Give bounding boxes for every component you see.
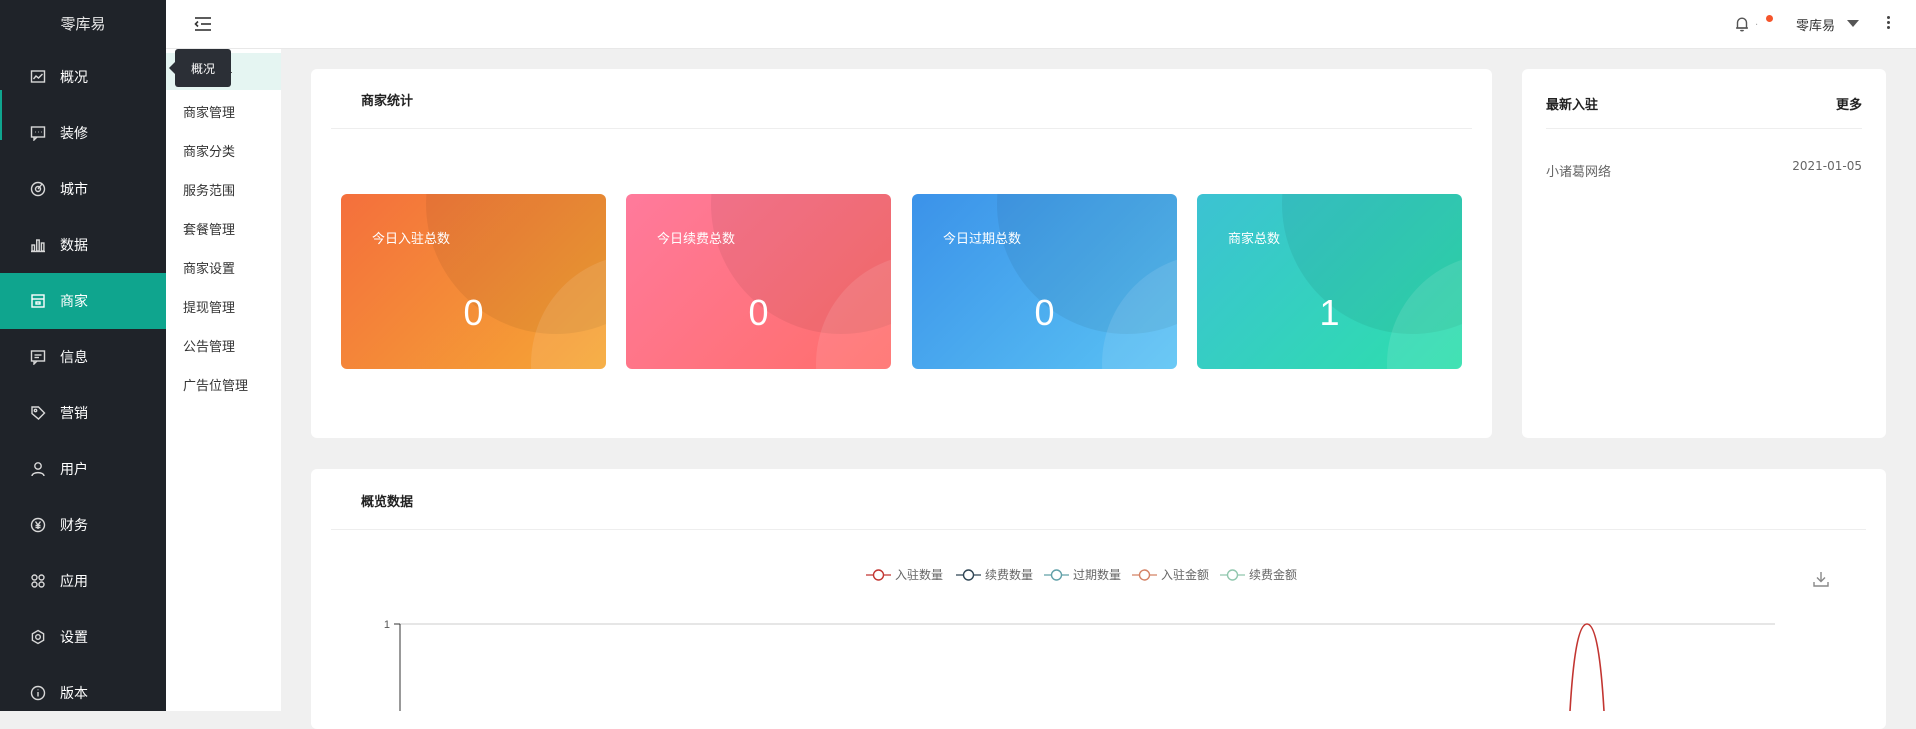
legend-item[interactable]: 续费数量 — [956, 566, 1033, 583]
sidebar-item-label: 数据 — [60, 238, 88, 254]
legend-marker — [1044, 568, 1069, 581]
series-line-join-count — [1569, 623, 1605, 711]
more-vertical-icon[interactable] — [1886, 14, 1892, 32]
yen-icon — [30, 517, 46, 533]
submenu-item-service-area[interactable]: 服务范围 — [183, 180, 235, 199]
brand-logo: 零库易 — [60, 15, 106, 33]
stat-value: 0 — [1034, 292, 1055, 333]
card-title: 概览数据 — [361, 495, 414, 510]
legend-label: 过期数量 — [1073, 568, 1122, 582]
sidebar-item-label: 城市 — [60, 182, 88, 198]
top-header: · 零库易 — [166, 0, 1916, 49]
sidebar-item-label: 商家 — [60, 294, 88, 310]
sidebar-item-label: 营销 — [60, 406, 88, 422]
tag-icon — [30, 405, 46, 421]
sidebar-item-label: 财务 — [60, 518, 88, 534]
legend-label: 续费金额 — [1249, 568, 1298, 582]
stat-label: 今日过期总数 — [943, 232, 1022, 247]
bell-icon[interactable] — [1734, 16, 1750, 32]
sidebar-item-decoration[interactable]: 装修 — [0, 105, 166, 161]
sidebar-item-data[interactable]: 数据 — [0, 217, 166, 273]
download-icon[interactable] — [1812, 570, 1830, 588]
chart-legend: 入驻数量 续费数量 过期数量 入驻金额 续费金额 — [0, 566, 1916, 582]
submenu-item-ad-slot[interactable]: 广告位管理 — [183, 375, 248, 394]
legend-label: 入驻数量 — [895, 568, 944, 582]
tooltip: 概况 — [169, 49, 231, 87]
legend-item[interactable]: 续费金额 — [1220, 566, 1297, 583]
monitor-chart-icon — [30, 69, 46, 85]
card-divider — [331, 128, 1472, 129]
sidebar-item-finance[interactable]: 财务 — [0, 497, 166, 553]
y-tick-label: 1 — [384, 619, 390, 631]
sidebar-item-city[interactable]: 城市 — [0, 161, 166, 217]
card-divider — [1546, 128, 1862, 129]
recent-merchant-name[interactable]: 小诸葛网络 — [1546, 161, 1611, 180]
stat-value: 0 — [748, 292, 769, 333]
message-icon — [30, 349, 46, 365]
stat-label: 商家总数 — [1228, 232, 1281, 247]
recent-join-card: 最新入驻 更多 小诸葛网络 2021-01-05 — [1522, 69, 1886, 438]
legend-item[interactable]: 入驻金额 — [1132, 566, 1209, 583]
user-menu[interactable]: 零库易 — [1796, 15, 1835, 34]
legend-marker — [1220, 568, 1245, 581]
store-icon — [30, 293, 46, 309]
stat-today-expire: 今日过期总数 0 — [912, 194, 1177, 369]
overview-line-chart: 1 — [384, 619, 1775, 711]
bell-separator: · — [1755, 20, 1759, 31]
stat-today-join: 今日入驻总数 0 — [341, 194, 606, 369]
submenu-item-package[interactable]: 套餐管理 — [183, 219, 235, 238]
sidebar-item-message[interactable]: 信息 — [0, 329, 166, 385]
legend-marker — [956, 568, 981, 581]
legend-marker — [1132, 568, 1157, 581]
target-icon — [30, 181, 46, 197]
submenu-item-withdraw[interactable]: 提现管理 — [183, 297, 235, 316]
chat-box-icon — [30, 125, 46, 141]
caret-down-icon[interactable] — [1847, 20, 1859, 27]
stat-label: 今日续费总数 — [657, 232, 736, 247]
stat-today-renew: 今日续费总数 0 — [626, 194, 891, 369]
submenu-item-merchant-manage[interactable]: 商家管理 — [183, 102, 235, 121]
sidebar-item-overview[interactable]: 概况 — [0, 49, 166, 105]
submenu-item-merchant-settings[interactable]: 商家设置 — [183, 258, 235, 277]
notification-dot — [1766, 15, 1773, 22]
card-divider — [331, 529, 1866, 530]
sidebar-item-marketing[interactable]: 营销 — [0, 385, 166, 441]
card-title: 商家统计 — [361, 94, 414, 109]
sidebar-item-merchant[interactable]: 商家 — [0, 273, 166, 329]
collapse-menu-icon[interactable] — [194, 16, 212, 32]
more-link[interactable]: 更多 — [1836, 94, 1862, 113]
legend-item[interactable]: 过期数量 — [1044, 566, 1121, 583]
bar-chart-icon — [30, 237, 46, 253]
sidebar-item-user[interactable]: 用户 — [0, 441, 166, 497]
legend-label: 续费数量 — [985, 568, 1034, 582]
legend-item[interactable]: 入驻数量 — [866, 566, 943, 583]
recent-merchant-date: 2021-01-05 — [1792, 159, 1862, 173]
sidebar-item-label: 概况 — [60, 70, 88, 86]
stat-label: 今日入驻总数 — [372, 232, 451, 247]
card-title: 最新入驻 — [1546, 98, 1599, 113]
legend-marker — [866, 568, 891, 581]
sidebar-item-label: 信息 — [60, 350, 88, 366]
stat-merchant-total: 商家总数 1 — [1197, 194, 1462, 369]
user-icon — [30, 461, 46, 477]
stat-value: 1 — [1319, 292, 1340, 333]
submenu-item-merchant-category[interactable]: 商家分类 — [183, 141, 235, 160]
submenu-item-announcement[interactable]: 公告管理 — [183, 336, 235, 355]
stat-value: 0 — [463, 292, 484, 333]
legend-label: 入驻金额 — [1161, 568, 1210, 582]
sidebar-item-label: 用户 — [60, 462, 88, 478]
sidebar-item-label: 装修 — [60, 126, 88, 142]
